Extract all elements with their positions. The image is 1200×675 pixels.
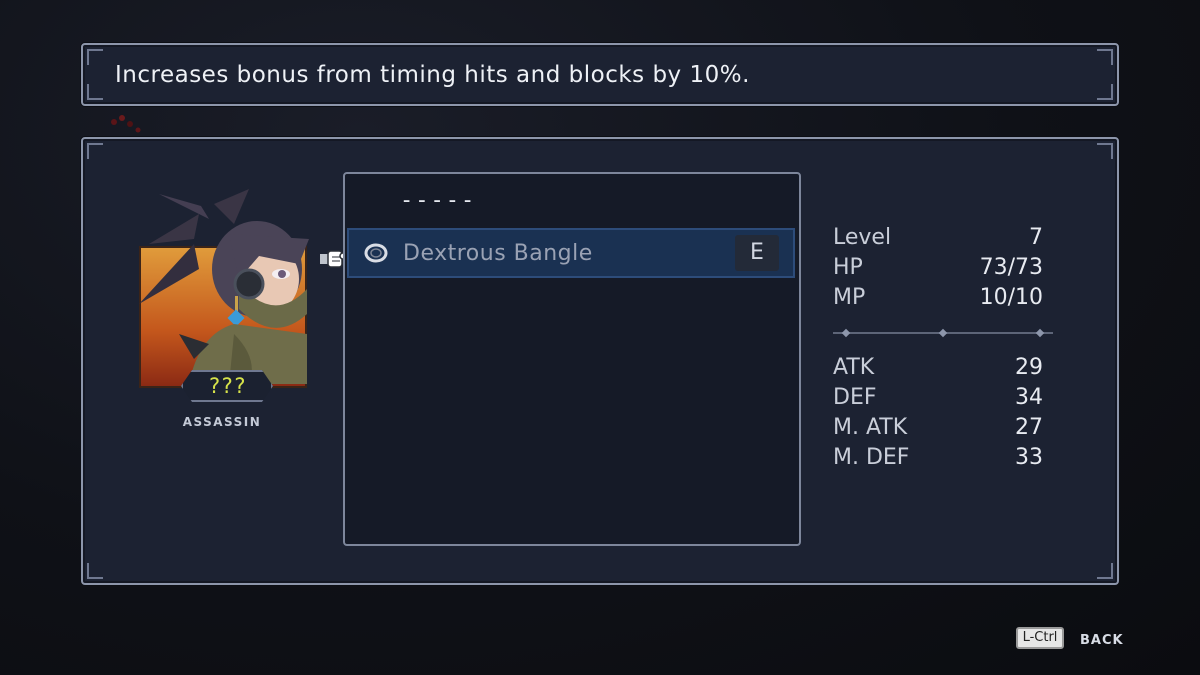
frame-corner — [87, 49, 103, 65]
frame-corner — [1097, 563, 1113, 579]
ring-icon — [364, 243, 388, 263]
equipped-badge: E — [735, 235, 779, 271]
stat-row-atk: ATK 29 — [833, 355, 1043, 385]
character-stats: Level 7 HP 73/73 MP 10/10 ATK 29 DEF 34 — [833, 225, 1053, 475]
frame-corner — [87, 143, 103, 159]
stat-label: MP — [833, 285, 866, 310]
stat-row-def: DEF 34 — [833, 385, 1043, 415]
character-portrait — [139, 184, 309, 394]
frame-corner — [87, 563, 103, 579]
item-description-text: Increases bonus from timing hits and blo… — [115, 62, 750, 88]
stat-row-m-def: M. DEF 33 — [833, 445, 1043, 475]
stats-divider — [833, 325, 1053, 341]
frame-corner — [87, 84, 103, 100]
back-label: BACK — [1080, 633, 1124, 648]
stat-label: M. DEF — [833, 445, 910, 470]
stat-row-hp: HP 73/73 — [833, 255, 1043, 285]
stat-label: Level — [833, 225, 892, 250]
list-item-empty-slot[interactable]: ----- — [400, 188, 476, 213]
stat-value: 27 — [1015, 415, 1043, 440]
stat-value: 73/73 — [979, 255, 1043, 280]
equipment-list: ----- Dextrous Bangle E — [343, 172, 801, 546]
lctrl-key-icon: L-Ctrl — [1016, 627, 1064, 649]
stat-label: M. ATK — [833, 415, 908, 440]
stat-row-level: Level 7 — [833, 225, 1043, 255]
background-foliage — [111, 115, 141, 133]
frame-corner — [1097, 49, 1113, 65]
equipment-item-name: Dextrous Bangle — [403, 241, 593, 266]
assassin-portrait-icon — [139, 189, 309, 384]
frame-corner — [1097, 143, 1113, 159]
stat-label: ATK — [833, 355, 875, 380]
stat-label: DEF — [833, 385, 877, 410]
stat-value: 7 — [1029, 225, 1043, 250]
character-name-badge: ??? — [181, 370, 273, 402]
stat-row-mp: MP 10/10 — [833, 285, 1043, 315]
character-class-label: ASSASSIN — [182, 415, 262, 429]
stat-value: 34 — [1015, 385, 1043, 410]
stat-label: HP — [833, 255, 863, 280]
equipment-panel: ??? ASSASSIN ----- Dextrous Bangle E Lev… — [81, 137, 1119, 585]
list-item-selected-equipment[interactable]: Dextrous Bangle E — [347, 228, 795, 278]
stat-value: 10/10 — [979, 285, 1043, 310]
frame-corner — [1097, 84, 1113, 100]
stat-row-m-atk: M. ATK 27 — [833, 415, 1043, 445]
item-description-box: Increases bonus from timing hits and blo… — [81, 43, 1119, 106]
stat-value: 33 — [1015, 445, 1043, 470]
stat-value: 29 — [1015, 355, 1043, 380]
